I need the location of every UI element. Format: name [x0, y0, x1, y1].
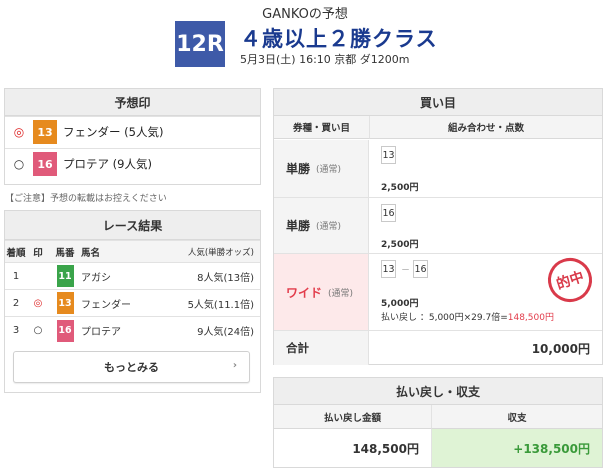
popularity-odds: 8人気(13倍)	[197, 272, 254, 284]
race-title: ４歳以上２勝クラス	[240, 27, 438, 51]
bet-row: 単勝 (通常) 16 2,500円	[274, 198, 602, 254]
combo-number: 13	[381, 146, 396, 164]
bet-type-label: 単勝	[286, 219, 311, 233]
race-info: 5月3日(土) 16:10 京都 ダ1200m	[240, 53, 410, 66]
table-row: 3 ○ 16 プロテア 9人気(24倍)	[5, 316, 260, 344]
balance-amount: +138,500円	[432, 429, 602, 467]
popularity-odds: 9人気(24倍)	[197, 327, 254, 338]
pick-row: ◎ 13 フェンダー (5人気)	[5, 116, 260, 147]
col-popularity: 人気(単勝オッズ)	[187, 247, 254, 258]
bet-row-hit: ワイド (通常) 13 － 16 5,000円 払い戻し ：5,000円×29.7…	[274, 252, 602, 331]
bet-type-label: 単勝	[286, 162, 311, 176]
bet-type-sub: (通常)	[316, 165, 342, 175]
prediction-marks-title: 予想印	[5, 89, 260, 116]
show-more-label: もっとみる	[104, 361, 159, 374]
hit-stamp-icon: 的中	[542, 252, 598, 308]
popularity-odds: 5人気(11.1倍)	[187, 299, 254, 311]
bet-amount: 2,500円	[381, 240, 419, 250]
horse-number: 11	[56, 265, 74, 287]
chevron-right-icon: ›	[232, 360, 237, 371]
bet-type-sub: (通常)	[316, 222, 342, 232]
bet-type: ワイド (通常)	[274, 254, 369, 330]
bet-amount: 2,500円	[381, 183, 419, 193]
finish-position: 3	[12, 325, 20, 336]
horse-name-link[interactable]: プロテア	[81, 323, 151, 338]
repost-notice: 【ご注意】予想の転載はお控えください	[5, 194, 167, 204]
bet-amount: 5,000円	[381, 299, 419, 309]
col-payout: 払い戻し金額	[274, 405, 432, 429]
horse-number: 16	[56, 319, 74, 342]
col-balance: 収支	[432, 405, 602, 429]
payout-formula: 払い戻し ：5,000円×29.7倍=	[381, 313, 508, 323]
combo-number: 16	[413, 260, 428, 278]
bet-total-row: 合計 10,000円	[274, 331, 602, 365]
horse-number: 13	[33, 120, 57, 144]
bet-type: 単勝 (通常)	[274, 198, 369, 253]
horse-number: 13	[56, 292, 74, 314]
payout-detail: 払い戻し ：5,000円×29.7倍=148,500円	[381, 310, 554, 323]
show-more-button[interactable]: もっとみる ›	[13, 351, 250, 383]
payback-title: 払い戻し・収支	[274, 378, 602, 405]
col-combination: 組み合わせ・点数	[370, 116, 602, 139]
double-circle-mark: ◎	[13, 125, 25, 139]
horse-name-link[interactable]: フェンダー	[81, 296, 151, 311]
finish-position: 2	[12, 297, 20, 309]
combo-number: 13	[381, 260, 396, 278]
total-value: 10,000円	[531, 341, 590, 356]
forecaster-name: GANKOの予想	[262, 7, 348, 22]
combo-separator: －	[401, 266, 411, 276]
payout-amount: 148,500円	[274, 429, 432, 467]
horse-name: フェンダー (5人気)	[63, 125, 164, 139]
payout-value: 148,500円	[507, 313, 554, 323]
race-header: GANKOの予想 12R ４歳以上２勝クラス 5月3日(土) 16:10 京都 …	[0, 0, 610, 80]
col-bet-type: 券種・買い目	[274, 116, 370, 139]
bet-type: 単勝 (通常)	[274, 140, 369, 197]
combo-number: 16	[381, 204, 396, 222]
col-position: 着順	[6, 247, 26, 259]
circle-mark: ○	[13, 157, 25, 171]
table-row: 2 ◎ 13 フェンダー 5人気(11.1倍)	[5, 289, 260, 316]
table-row: 1 11 アガシ 8人気(13倍)	[5, 262, 260, 289]
col-name: 馬名	[81, 247, 101, 259]
bet-type-sub: (通常)	[328, 288, 354, 299]
payback-panel: 払い戻し・収支 払い戻し金額 収支 148,500円 +138,500円	[273, 377, 603, 468]
race-number-badge: 12R	[175, 21, 225, 67]
bets-panel: 買い目 券種・買い目 組み合わせ・点数 単勝 (通常) 13 2,500円 単勝 (…	[273, 88, 603, 365]
horse-name-link[interactable]: アガシ	[81, 269, 151, 284]
prediction-marks-panel: 予想印 ◎ 13 フェンダー (5人気) ○ 16 プロテア (9人気)	[4, 88, 261, 185]
race-result-title: レース結果	[5, 211, 260, 240]
circle-mark: ○	[33, 325, 43, 336]
horse-number: 16	[33, 152, 57, 176]
finish-position: 1	[12, 270, 20, 282]
col-mark: 印	[33, 247, 43, 259]
col-number: 馬番	[55, 247, 75, 259]
total-label: 合計	[274, 331, 369, 365]
bet-row: 単勝 (通常) 13 2,500円	[274, 140, 602, 198]
bet-type-label: ワイド	[286, 285, 323, 300]
result-table-header: 着順 印 馬番 馬名 人気(単勝オッズ)	[5, 240, 260, 262]
pick-row: ○ 16 プロテア (9人気)	[5, 148, 260, 179]
horse-name: プロテア (9人気)	[63, 157, 152, 171]
bets-title: 買い目	[274, 89, 602, 116]
double-circle-mark: ◎	[33, 297, 43, 309]
